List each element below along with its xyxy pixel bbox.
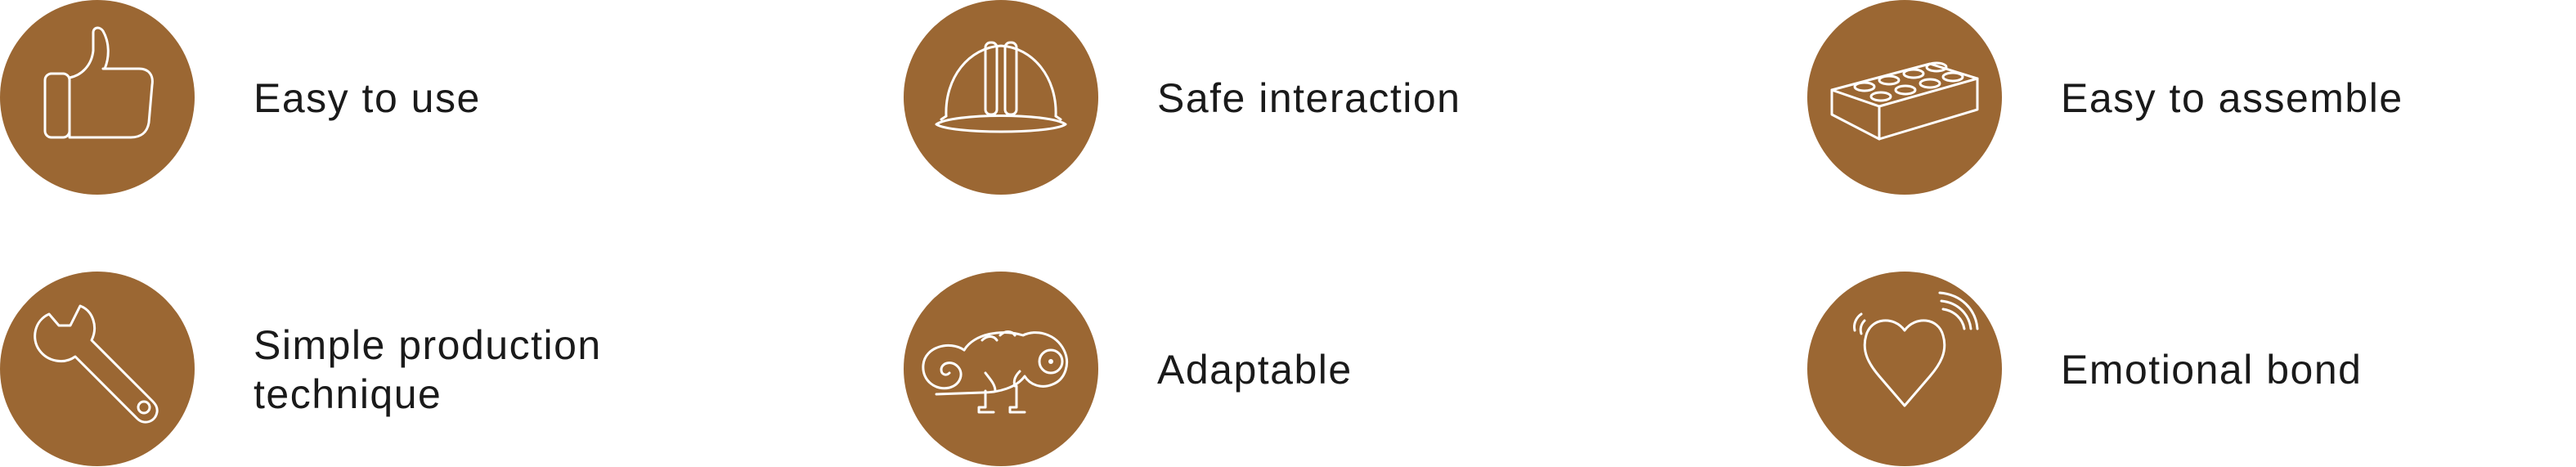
chameleon-icon	[904, 272, 1098, 466]
heart-icon	[1807, 272, 2002, 466]
feature-label: Easy to assemble	[2061, 75, 2403, 121]
feature-easy-to-assemble: Easy to assemble	[1807, 0, 2576, 196]
building-brick-icon	[1807, 0, 2002, 195]
feature-simple-production-technique: Simple production technique	[0, 272, 818, 467]
feature-label: Emotional bond	[2061, 347, 2363, 393]
feature-safe-interaction: Safe interaction	[904, 0, 1721, 196]
feature-emotional-bond: Emotional bond	[1807, 272, 2576, 467]
feature-label: Easy to use	[254, 75, 481, 121]
feature-label: Simple production technique	[254, 322, 602, 417]
feature-adaptable: Adaptable	[904, 272, 1721, 467]
feature-easy-to-use: Easy to use	[0, 0, 818, 196]
feature-label: Safe interaction	[1157, 75, 1461, 121]
wrench-icon	[0, 272, 195, 466]
thumbs-up-icon	[0, 0, 195, 195]
hard-hat-icon	[904, 0, 1098, 195]
feature-label: Adaptable	[1157, 347, 1353, 393]
